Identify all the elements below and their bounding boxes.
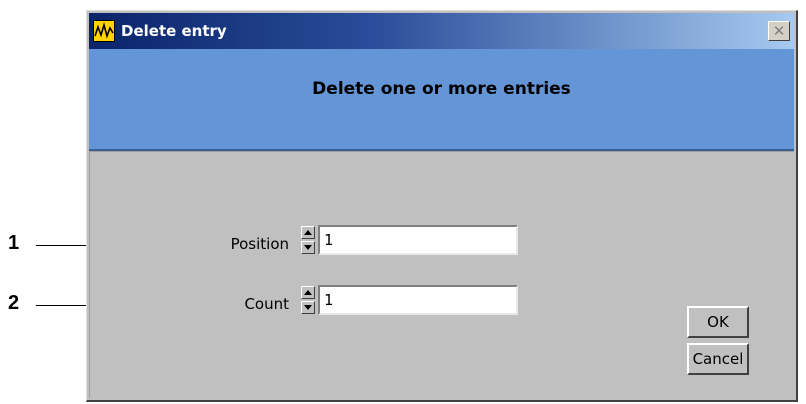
callout-1: 1 (8, 232, 20, 254)
cancel-button[interactable]: Cancel (687, 343, 749, 375)
count-input[interactable]: 1 (318, 285, 518, 315)
position-label: Position (230, 235, 289, 253)
title-bar[interactable]: Delete entry ✕ (89, 13, 794, 49)
window-title: Delete entry (121, 22, 227, 40)
callout-2: 2 (8, 292, 20, 314)
position-input[interactable]: 1 (318, 225, 518, 255)
ok-button[interactable]: OK (687, 306, 749, 338)
callout-line-2 (36, 305, 86, 306)
spin-down-icon[interactable] (301, 241, 315, 254)
content-panel: Position 1 Count 1 OK Cancel (89, 151, 794, 398)
header-title: Delete one or more entries (312, 79, 571, 99)
close-icon: ✕ (772, 22, 786, 40)
header-band: Delete one or more entries (89, 49, 794, 151)
spin-up-icon[interactable] (301, 286, 315, 299)
dialog-window: Delete entry ✕ Delete one or more entrie… (86, 10, 798, 402)
count-label: Count (244, 295, 289, 313)
position-row: Position (89, 227, 289, 263)
position-spinner[interactable] (301, 226, 317, 256)
labview-waveform-icon (93, 20, 115, 42)
callout-line-1 (36, 245, 86, 246)
spin-up-icon[interactable] (301, 226, 315, 239)
spin-down-icon[interactable] (301, 301, 315, 314)
count-spinner[interactable] (301, 286, 317, 316)
close-button[interactable]: ✕ (768, 21, 790, 41)
count-row: Count (89, 287, 289, 323)
